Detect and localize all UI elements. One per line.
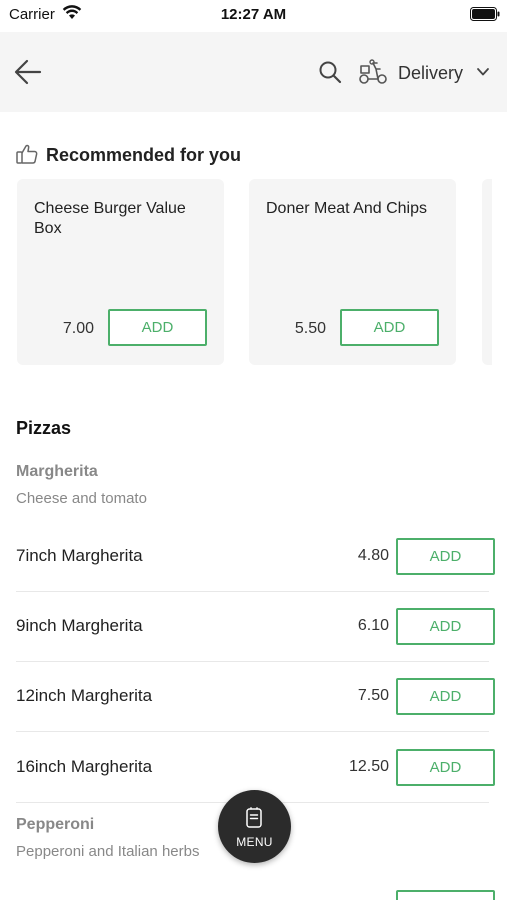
recommended-title: Recommended for you <box>46 145 242 165</box>
status-bar: Carrier 12:27 AM <box>0 0 507 32</box>
back-icon[interactable] <box>14 59 42 85</box>
menu-fab-button[interactable]: MENU <box>218 790 291 863</box>
menu-item-name: 16inch Margherita <box>16 757 153 776</box>
menu-item-name: 7inch Margherita <box>16 546 143 565</box>
row-divider <box>16 731 489 732</box>
nav-bar: Delivery <box>0 32 507 112</box>
menu-book-icon <box>246 807 262 828</box>
recommended-card[interactable]: Doner Meat And Chips 5.50 ADD <box>249 179 456 365</box>
status-time: 12:27 AM <box>220 6 287 23</box>
add-button[interactable]: ADD <box>396 678 495 715</box>
section-title: Pizzas <box>16 418 72 438</box>
delivery-label: Delivery <box>398 63 464 83</box>
menu-item-price: 6.10 <box>357 617 389 634</box>
add-button[interactable]: ADD <box>108 309 207 346</box>
chevron-down-icon <box>477 68 489 76</box>
menu-item-row: 12inch Margherita 7.50 ADD <box>16 662 495 732</box>
menu-item-row: 9inch Margherita 6.10 ADD <box>16 592 495 662</box>
add-button[interactable]: ADD <box>396 749 495 786</box>
menu-group-name: Margherita <box>16 463 98 480</box>
menu-item-price: 7.50 <box>357 687 389 704</box>
menu-item-row: 7inch Margherita 4.80 ADD <box>16 522 495 592</box>
menu-item-name: 12inch Margherita <box>16 686 153 705</box>
battery-icon <box>470 7 500 21</box>
menu-group-description: Pepperoni and Italian herbs <box>16 843 200 860</box>
add-button[interactable]: ADD <box>396 608 495 645</box>
menu-item-name: 9inch Margherita <box>16 616 143 635</box>
menu-item-price: 4.80 <box>357 547 389 564</box>
delivery-scooter-icon <box>359 59 387 84</box>
add-button[interactable]: ADD <box>340 309 439 346</box>
menu-fab-label: MENU <box>236 835 273 849</box>
delivery-mode-selector[interactable]: Delivery <box>358 54 494 90</box>
recommended-item-name: Cheese Burger Value Box <box>34 200 186 237</box>
menu-group-name: Pepperoni <box>16 816 95 833</box>
thumbs-up-icon <box>16 144 38 164</box>
recommended-item-price: 7.00 <box>62 320 94 337</box>
recommended-item-price: 5.50 <box>294 320 326 337</box>
recommended-card-partial[interactable] <box>482 179 492 365</box>
menu-item-price: 12.50 <box>348 758 389 775</box>
menu-group-description: Cheese and tomato <box>16 490 147 507</box>
add-button-partial[interactable] <box>396 890 495 900</box>
recommended-card[interactable]: Cheese Burger Value Box 7.00 ADD <box>17 179 224 365</box>
recommended-item-name: Doner Meat And Chips <box>266 200 427 217</box>
search-icon[interactable] <box>318 60 342 84</box>
recommended-header: Recommended for you <box>16 142 316 168</box>
add-button[interactable]: ADD <box>396 538 495 575</box>
